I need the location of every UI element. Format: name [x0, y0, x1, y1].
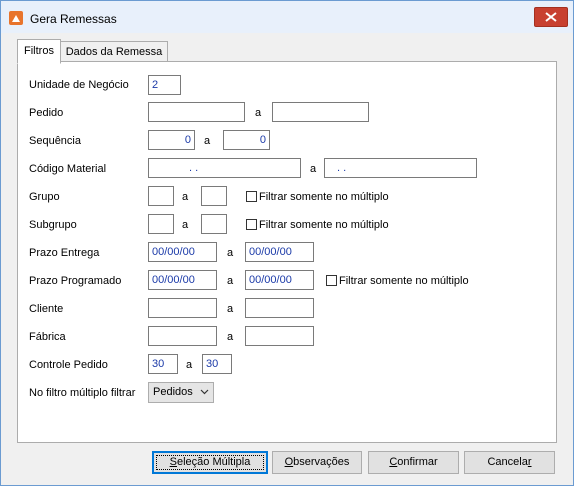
- gera-remessas-window: Gera Remessas Filtros Dados da Remessa U…: [0, 0, 574, 486]
- controle-pedido-to-input[interactable]: 30: [202, 354, 232, 374]
- filtro-multiplo-label: No filtro múltiplo filtrar: [29, 387, 136, 399]
- prazo-entrega-from-input[interactable]: 00/00/00: [148, 242, 217, 262]
- button-mnemonic: O: [284, 456, 294, 468]
- button-text: onfirmar: [397, 456, 438, 468]
- tab-filtros[interactable]: Filtros: [17, 39, 61, 64]
- pedido-from-input[interactable]: [148, 102, 245, 122]
- tab-label: Dados da Remessa: [65, 46, 163, 58]
- sequencia-from-input[interactable]: 0: [148, 130, 195, 150]
- prazo-entrega-sep: a: [227, 247, 234, 259]
- tab-dados-remessa[interactable]: Dados da Remessa: [60, 41, 168, 63]
- button-text: bservações: [293, 456, 350, 468]
- observacoes-button[interactable]: Observações: [272, 451, 362, 474]
- focus-rect: [156, 455, 264, 470]
- fabrica-sep: a: [227, 331, 234, 343]
- codigo-material-from-input[interactable]: . .: [148, 158, 301, 178]
- grupo-multiple-checkbox[interactable]: [246, 191, 257, 202]
- filtro-multiplo-select[interactable]: Pedidos: [148, 382, 214, 403]
- unidade-input[interactable]: 2: [148, 75, 181, 95]
- subgrupo-multiple-label: Filtrar somente no múltiplo: [259, 219, 389, 231]
- codigo-material-sep: a: [310, 163, 317, 175]
- prazo-programado-multiple-label: Filtrar somente no múltiplo: [339, 275, 469, 287]
- close-button[interactable]: [534, 7, 568, 27]
- subgrupo-to-input[interactable]: [201, 214, 227, 234]
- cliente-to-input[interactable]: [245, 298, 314, 318]
- filtro-multiplo-selected: Pedidos: [153, 386, 193, 398]
- grupo-from-input[interactable]: [148, 186, 174, 206]
- subgrupo-label: Subgrupo: [29, 219, 77, 231]
- sequencia-sep: a: [204, 135, 211, 147]
- prazo-entrega-to-input[interactable]: 00/00/00: [245, 242, 314, 262]
- cancelar-button[interactable]: Cancelar: [464, 451, 555, 474]
- subgrupo-sep: a: [182, 219, 189, 231]
- cliente-sep: a: [227, 303, 234, 315]
- grupo-to-input[interactable]: [201, 186, 227, 206]
- cliente-label: Cliente: [29, 303, 64, 315]
- sequencia-label: Sequência: [29, 135, 81, 147]
- grupo-multiple-label: Filtrar somente no múltiplo: [259, 191, 389, 203]
- subgrupo-multiple-checkbox[interactable]: [246, 219, 257, 230]
- controle-pedido-from-input[interactable]: 30: [148, 354, 178, 374]
- button-text: Cancela: [487, 456, 528, 468]
- prazo-entrega-label: Prazo Entrega: [29, 247, 100, 259]
- pedido-label: Pedido: [29, 107, 64, 119]
- prazo-programado-to-input[interactable]: 00/00/00: [245, 270, 314, 290]
- prazo-programado-from-input[interactable]: 00/00/00: [148, 270, 217, 290]
- unidade-label: Unidade de Negócio: [29, 79, 129, 91]
- close-icon: [545, 12, 557, 22]
- prazo-programado-label: Prazo Programado: [29, 275, 122, 287]
- prazo-programado-sep: a: [227, 275, 234, 287]
- sequencia-to-input[interactable]: 0: [223, 130, 270, 150]
- selecao-multipla-button[interactable]: Seleção Múltipla: [152, 451, 268, 474]
- grupo-sep: a: [182, 191, 189, 203]
- window-title: Gera Remessas: [30, 12, 117, 26]
- confirmar-button[interactable]: Confirmar: [368, 451, 459, 474]
- pedido-sep: a: [255, 107, 262, 119]
- cliente-from-input[interactable]: [148, 298, 217, 318]
- fabrica-to-input[interactable]: [245, 326, 314, 346]
- codigo-material-to-input[interactable]: . .: [324, 158, 477, 178]
- tab-label: Filtros: [24, 45, 54, 57]
- prazo-programado-multiple-checkbox[interactable]: [326, 275, 337, 286]
- controle-pedido-sep: a: [186, 359, 193, 371]
- app-icon: [9, 11, 23, 25]
- fabrica-from-input[interactable]: [148, 326, 217, 346]
- controle-pedido-label: Controle Pedido: [29, 359, 108, 371]
- fabrica-label: Fábrica: [29, 331, 66, 343]
- button-mnemonic: r: [527, 456, 532, 468]
- codigo-material-label: Código Material: [29, 163, 107, 175]
- title-bar: Gera Remessas: [1, 1, 573, 33]
- subgrupo-from-input[interactable]: [148, 214, 174, 234]
- pedido-to-input[interactable]: [272, 102, 369, 122]
- grupo-label: Grupo: [29, 191, 60, 203]
- chevron-down-icon: [200, 389, 209, 395]
